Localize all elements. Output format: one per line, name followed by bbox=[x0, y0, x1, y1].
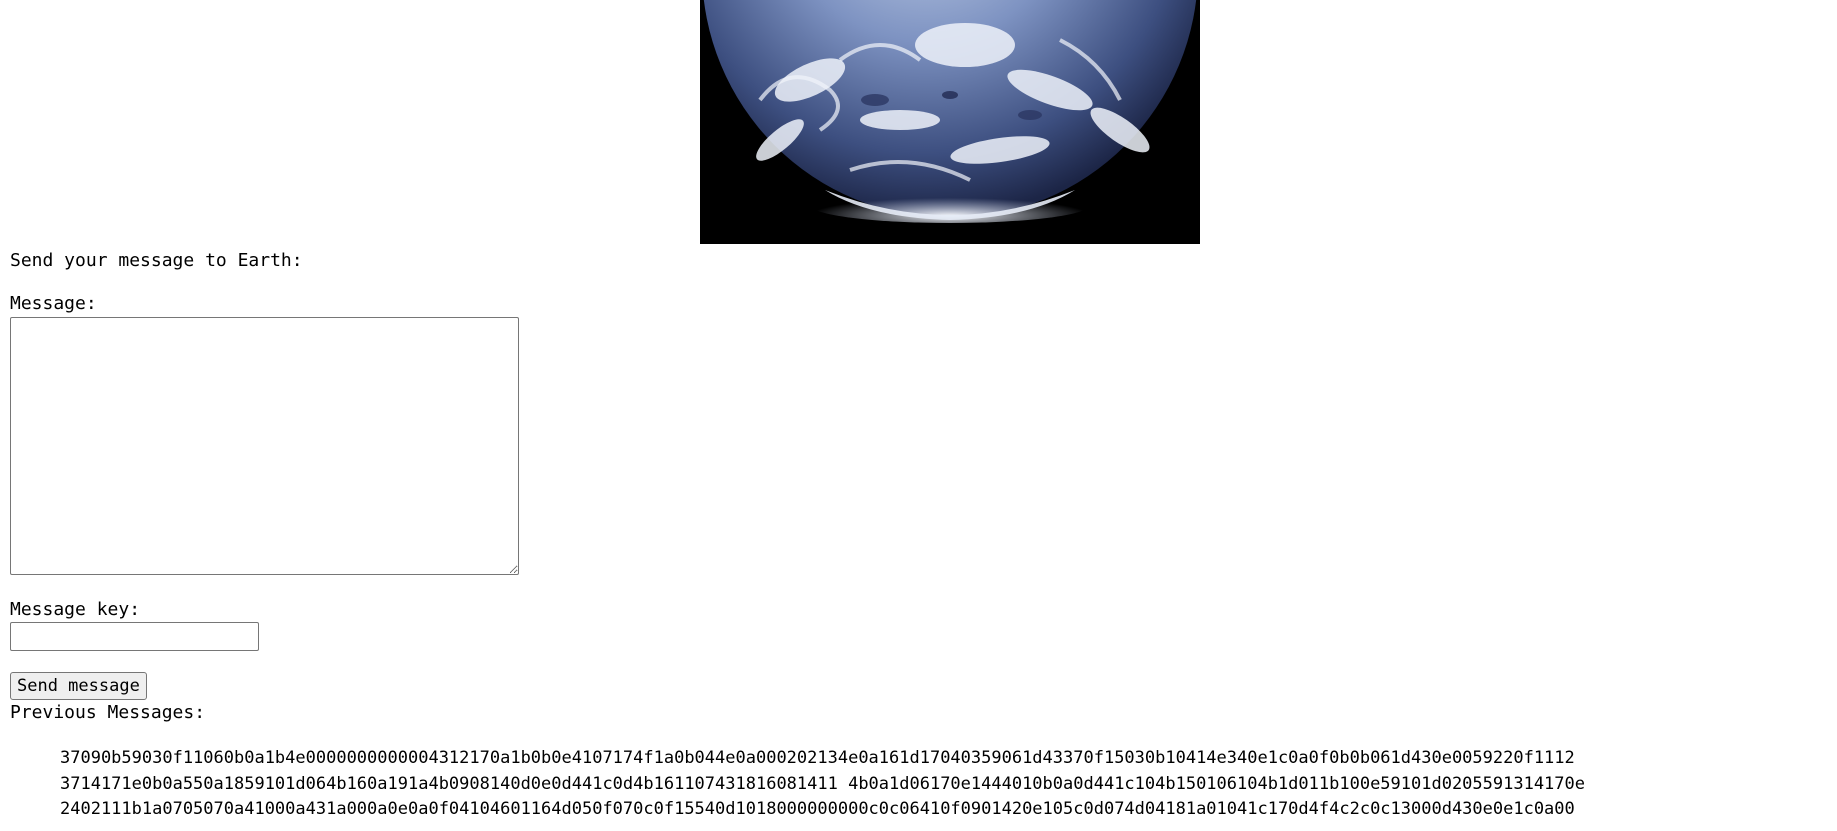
previous-messages-heading: Previous Messages: bbox=[10, 702, 206, 723]
send-message-button[interactable]: Send message bbox=[10, 672, 147, 700]
earth-globe-icon bbox=[700, 0, 1200, 244]
message-key-label: Message key: bbox=[10, 599, 141, 620]
message-key-input[interactable] bbox=[10, 622, 259, 651]
list-item: 37090b59030f11060b0a1b4e0000000000004312… bbox=[60, 746, 1837, 772]
list-item: 3714171e0b0a550a1859101d064b160a191a4b09… bbox=[60, 772, 1837, 798]
previous-messages-list: 37090b59030f11060b0a1b4e0000000000004312… bbox=[0, 746, 1837, 823]
message-textarea[interactable] bbox=[10, 317, 519, 575]
message-label: Message: bbox=[10, 293, 97, 314]
earth-image bbox=[700, 0, 1200, 244]
list-item: 2402111b1a0705070a41000a431a000a0e0a0f04… bbox=[60, 797, 1837, 823]
page: Send your message to Earth: Message: Mes… bbox=[0, 0, 1837, 831]
intro-text: Send your message to Earth: bbox=[10, 250, 303, 271]
